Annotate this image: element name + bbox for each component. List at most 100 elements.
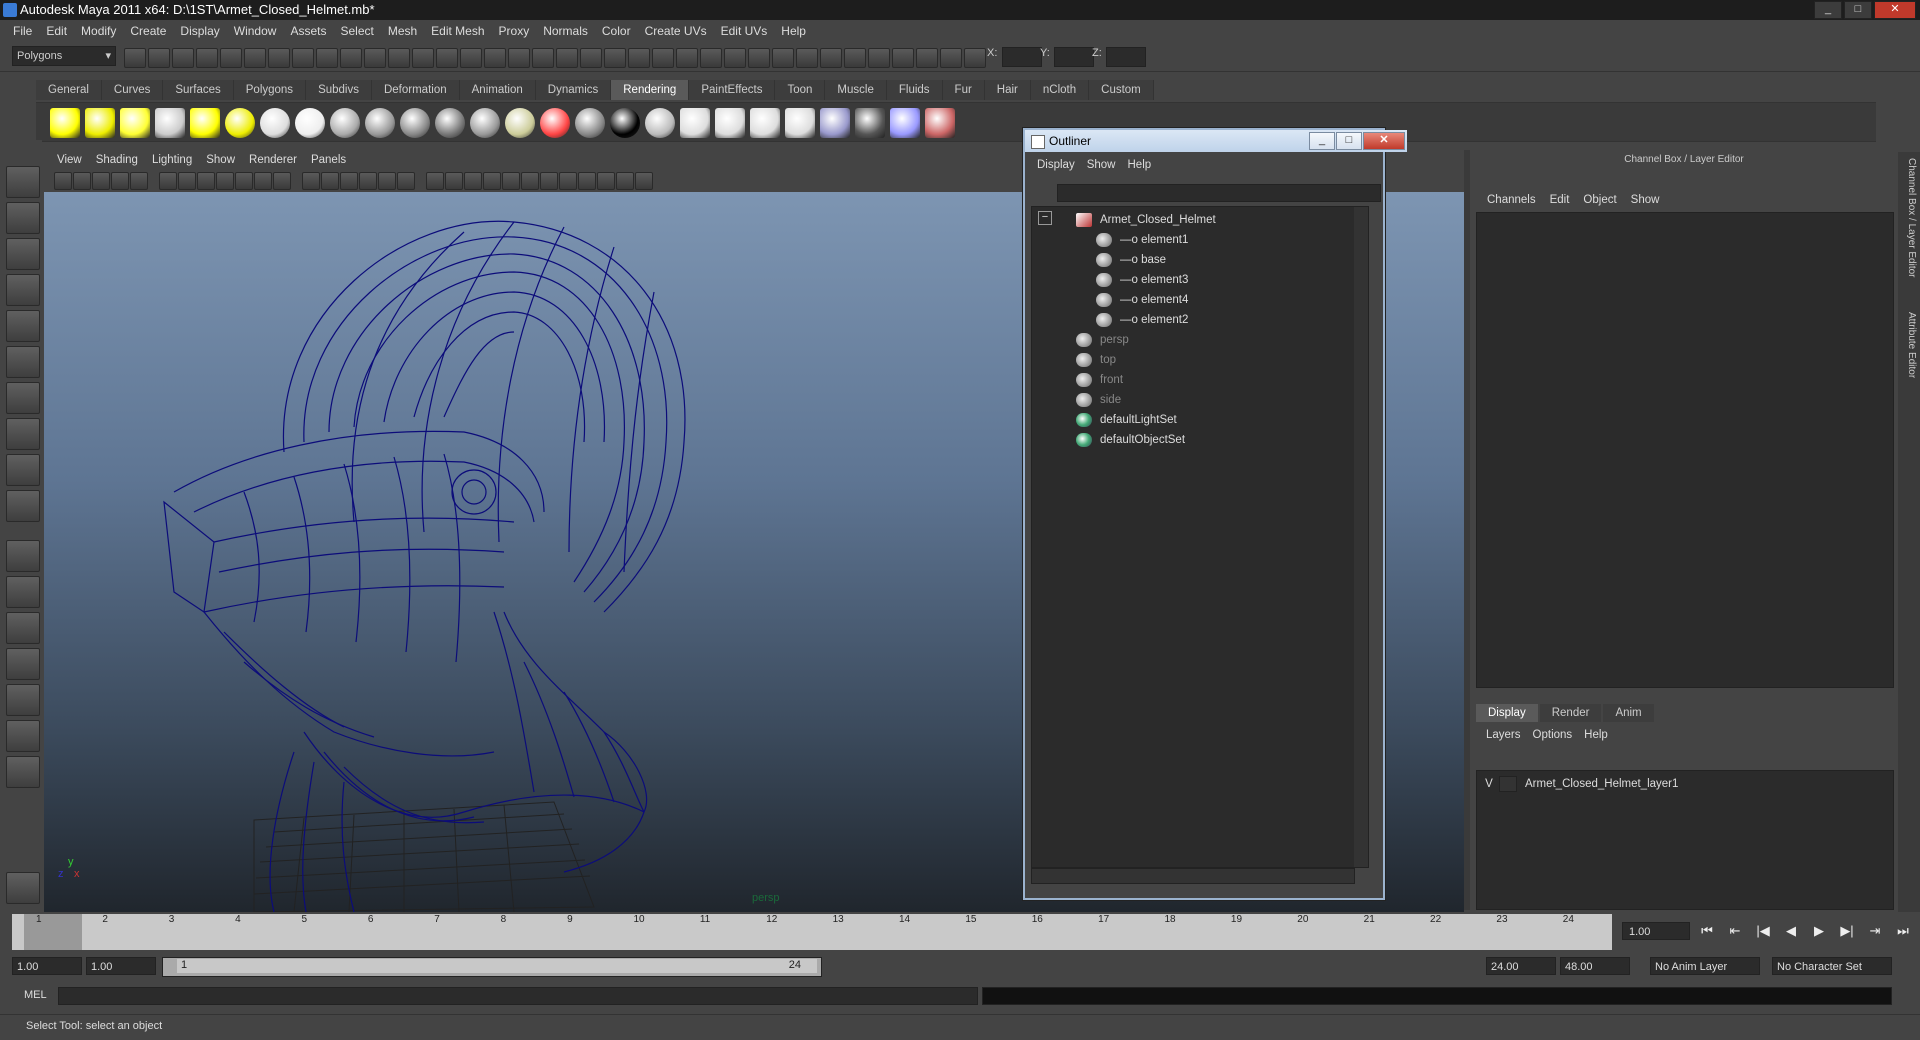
collapse-toggle-icon[interactable]: − <box>1038 211 1052 225</box>
step-forward-frame-icon[interactable]: ▶| <box>1836 923 1858 939</box>
shelf-tab-fluids[interactable]: Fluids <box>886 80 943 100</box>
layer-playback-toggle[interactable] <box>1499 776 1517 792</box>
panel-tool-icon[interactable] <box>426 172 444 190</box>
select-tool-icon[interactable] <box>6 166 40 198</box>
shelf-icon[interactable] <box>925 108 955 138</box>
show-manip-icon[interactable] <box>6 454 40 486</box>
shelf-tab-toon[interactable]: Toon <box>775 80 826 100</box>
panel-tool-icon[interactable] <box>559 172 577 190</box>
status-tool-icon[interactable] <box>964 48 986 68</box>
shelf-tab-painteffects[interactable]: PaintEffects <box>689 80 776 100</box>
shelf-tab-curves[interactable]: Curves <box>101 80 164 100</box>
outliner-item[interactable]: —o element4 <box>1096 291 1188 309</box>
panel-menu-panels[interactable]: Panels <box>304 154 353 166</box>
status-tool-icon[interactable] <box>628 48 650 68</box>
menu-edit-mesh[interactable]: Edit Mesh <box>424 24 491 38</box>
menu-proxy[interactable]: Proxy <box>492 24 537 38</box>
panel-splitter[interactable] <box>1464 150 1470 910</box>
step-back-frame-icon[interactable]: |◀ <box>1752 923 1774 939</box>
outliner-item[interactable]: —o element3 <box>1096 271 1188 289</box>
shelf-tab-rendering[interactable]: Rendering <box>611 80 690 100</box>
shelf-icon[interactable] <box>645 108 675 138</box>
outliner-item[interactable]: front <box>1076 371 1123 389</box>
menu-set-selector[interactable]: Polygons ▾ <box>12 46 116 66</box>
animation-start-field[interactable]: 1.00 <box>12 957 82 975</box>
panel-tool-icon[interactable] <box>321 172 339 190</box>
shelf-icon[interactable] <box>85 108 115 138</box>
panel-tool-icon[interactable] <box>397 172 415 190</box>
shelf-icon[interactable] <box>715 108 745 138</box>
menu-create[interactable]: Create <box>123 24 173 38</box>
menu-normals[interactable]: Normals <box>536 24 595 38</box>
z-input[interactable] <box>1106 47 1146 67</box>
panel-tool-icon[interactable] <box>54 172 72 190</box>
panel-tool-icon[interactable] <box>73 172 91 190</box>
shelf-tab-custom[interactable]: Custom <box>1089 80 1154 100</box>
status-tool-icon[interactable] <box>556 48 578 68</box>
panel-tool-icon[interactable] <box>502 172 520 190</box>
shelf-tab-polygons[interactable]: Polygons <box>233 80 307 100</box>
panel-tool-icon[interactable] <box>254 172 272 190</box>
shelf-tab-muscle[interactable]: Muscle <box>825 80 887 100</box>
status-tool-icon[interactable] <box>532 48 554 68</box>
channel-box-area[interactable] <box>1476 212 1894 688</box>
menu-mesh[interactable]: Mesh <box>381 24 424 38</box>
playback-end-field[interactable]: 24.00 <box>1486 957 1556 975</box>
channel-menu-object[interactable]: Object <box>1576 194 1623 206</box>
status-tool-icon[interactable] <box>364 48 386 68</box>
status-tool-icon[interactable] <box>700 48 722 68</box>
status-tool-icon[interactable] <box>412 48 434 68</box>
panel-tool-icon[interactable] <box>302 172 320 190</box>
channel-menu-edit[interactable]: Edit <box>1543 194 1577 206</box>
go-to-start-icon[interactable]: ⏮ <box>1696 923 1718 939</box>
panel-tool-icon[interactable] <box>340 172 358 190</box>
manipulator-icon[interactable] <box>6 382 40 414</box>
layout-graph-icon[interactable] <box>6 684 40 716</box>
status-tool-icon[interactable] <box>748 48 770 68</box>
shelf-icon[interactable] <box>190 108 220 138</box>
playback-start-field[interactable]: 1.00 <box>86 957 156 975</box>
panel-menu-show[interactable]: Show <box>199 154 242 166</box>
status-tool-icon[interactable] <box>604 48 626 68</box>
shelf-icon[interactable] <box>295 108 325 138</box>
x-input[interactable] <box>1002 47 1042 67</box>
attribute-editor-side-tab[interactable]: Attribute Editor <box>1901 312 1917 378</box>
panel-tool-icon[interactable] <box>197 172 215 190</box>
shelf-icon[interactable] <box>855 108 885 138</box>
menu-modify[interactable]: Modify <box>74 24 123 38</box>
panel-tool-icon[interactable] <box>130 172 148 190</box>
command-input[interactable] <box>58 987 978 1005</box>
outliner-item[interactable]: —o base <box>1096 251 1166 269</box>
status-tool-icon[interactable] <box>196 48 218 68</box>
panel-tool-icon[interactable] <box>445 172 463 190</box>
menu-assets[interactable]: Assets <box>283 24 333 38</box>
shelf-tab-animation[interactable]: Animation <box>459 80 536 100</box>
outliner-horizontal-scrollbar[interactable] <box>1031 868 1355 884</box>
menu-help[interactable]: Help <box>774 24 813 38</box>
panel-tool-icon[interactable] <box>483 172 501 190</box>
panel-menu-shading[interactable]: Shading <box>89 154 145 166</box>
panel-tool-icon[interactable] <box>359 172 377 190</box>
range-slider-handle[interactable]: 1 24 <box>177 959 817 973</box>
outliner-vertical-scrollbar[interactable] <box>1354 207 1368 867</box>
layer-tab-anim[interactable]: Anim <box>1603 704 1654 722</box>
status-tool-icon[interactable] <box>244 48 266 68</box>
menu-color[interactable]: Color <box>595 24 638 38</box>
panel-tool-icon[interactable] <box>111 172 129 190</box>
close-button[interactable]: ✕ <box>1874 1 1916 19</box>
move-tool-icon[interactable] <box>6 274 40 306</box>
shelf-tab-hair[interactable]: Hair <box>984 80 1031 100</box>
channel-menu-show[interactable]: Show <box>1624 194 1667 206</box>
shelf-icon[interactable] <box>470 108 500 138</box>
shelf-icon[interactable] <box>400 108 430 138</box>
status-tool-icon[interactable] <box>172 48 194 68</box>
shelf-icon[interactable] <box>750 108 780 138</box>
play-backwards-icon[interactable]: ◀ <box>1780 923 1802 939</box>
outliner-item[interactable]: Armet_Closed_Helmet <box>1076 211 1216 229</box>
current-time-marker[interactable] <box>24 914 82 950</box>
range-slider[interactable]: 1 24 <box>162 957 822 977</box>
shelf-icon[interactable] <box>120 108 150 138</box>
shelf-icon[interactable] <box>260 108 290 138</box>
layer-menu-help[interactable]: Help <box>1578 729 1614 741</box>
status-tool-icon[interactable] <box>868 48 890 68</box>
